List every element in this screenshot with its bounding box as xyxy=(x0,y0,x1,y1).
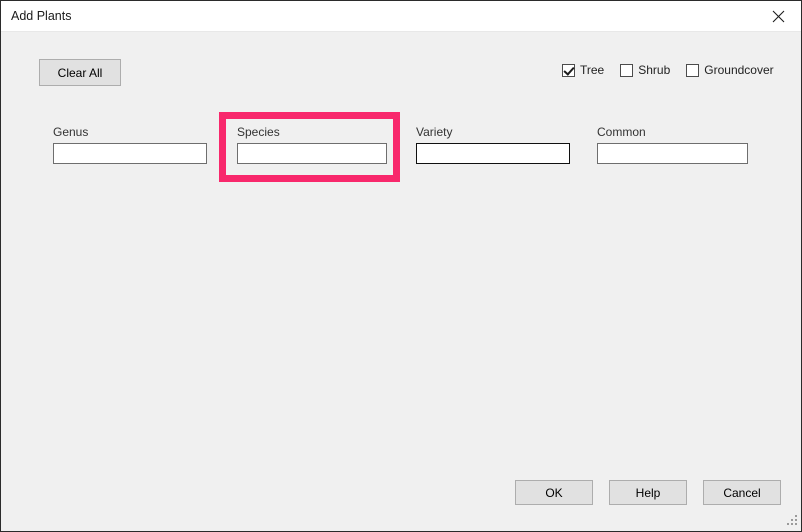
checkbox-groundcover-label: Groundcover xyxy=(704,63,774,77)
add-plants-dialog: Add Plants Clear All Tree Shrub Groundco… xyxy=(0,0,802,532)
clear-all-button[interactable]: Clear All xyxy=(39,59,121,86)
label-variety: Variety xyxy=(416,125,453,139)
genus-input[interactable] xyxy=(53,143,207,164)
checkbox-tree[interactable]: Tree xyxy=(562,63,604,77)
close-icon xyxy=(772,10,785,23)
checkbox-tree-label: Tree xyxy=(580,63,605,77)
title-bar: Add Plants xyxy=(1,1,801,32)
resize-grip-icon[interactable] xyxy=(785,515,798,528)
window-title: Add Plants xyxy=(11,9,72,23)
ok-button[interactable]: OK xyxy=(515,480,593,505)
label-common: Common xyxy=(597,125,646,139)
checkbox-shrub-label: Shrub xyxy=(638,63,671,77)
plant-type-filter-group: Tree Shrub Groundcover xyxy=(562,63,774,77)
cancel-button[interactable]: Cancel xyxy=(703,480,781,505)
checkbox-shrub-box[interactable] xyxy=(620,63,634,77)
close-button[interactable] xyxy=(755,1,801,31)
dialog-body: Clear All Tree Shrub Groundcover Genus S… xyxy=(1,32,801,531)
field-species: Species xyxy=(237,125,387,164)
label-genus: Genus xyxy=(53,125,89,139)
checkbox-groundcover-box[interactable] xyxy=(686,63,700,77)
common-input[interactable] xyxy=(597,143,748,164)
checkbox-shrub[interactable]: Shrub xyxy=(620,63,670,77)
dialog-button-bar: OK Help Cancel xyxy=(515,480,781,505)
label-species: Species xyxy=(237,125,280,139)
checkbox-groundcover[interactable]: Groundcover xyxy=(686,63,774,77)
checkbox-tree-box[interactable] xyxy=(562,63,575,77)
species-input[interactable] xyxy=(237,143,387,164)
field-genus: Genus xyxy=(53,125,207,164)
variety-input[interactable] xyxy=(416,143,570,164)
field-common: Common xyxy=(597,125,748,164)
help-button[interactable]: Help xyxy=(609,480,687,505)
field-variety: Variety xyxy=(416,125,570,164)
